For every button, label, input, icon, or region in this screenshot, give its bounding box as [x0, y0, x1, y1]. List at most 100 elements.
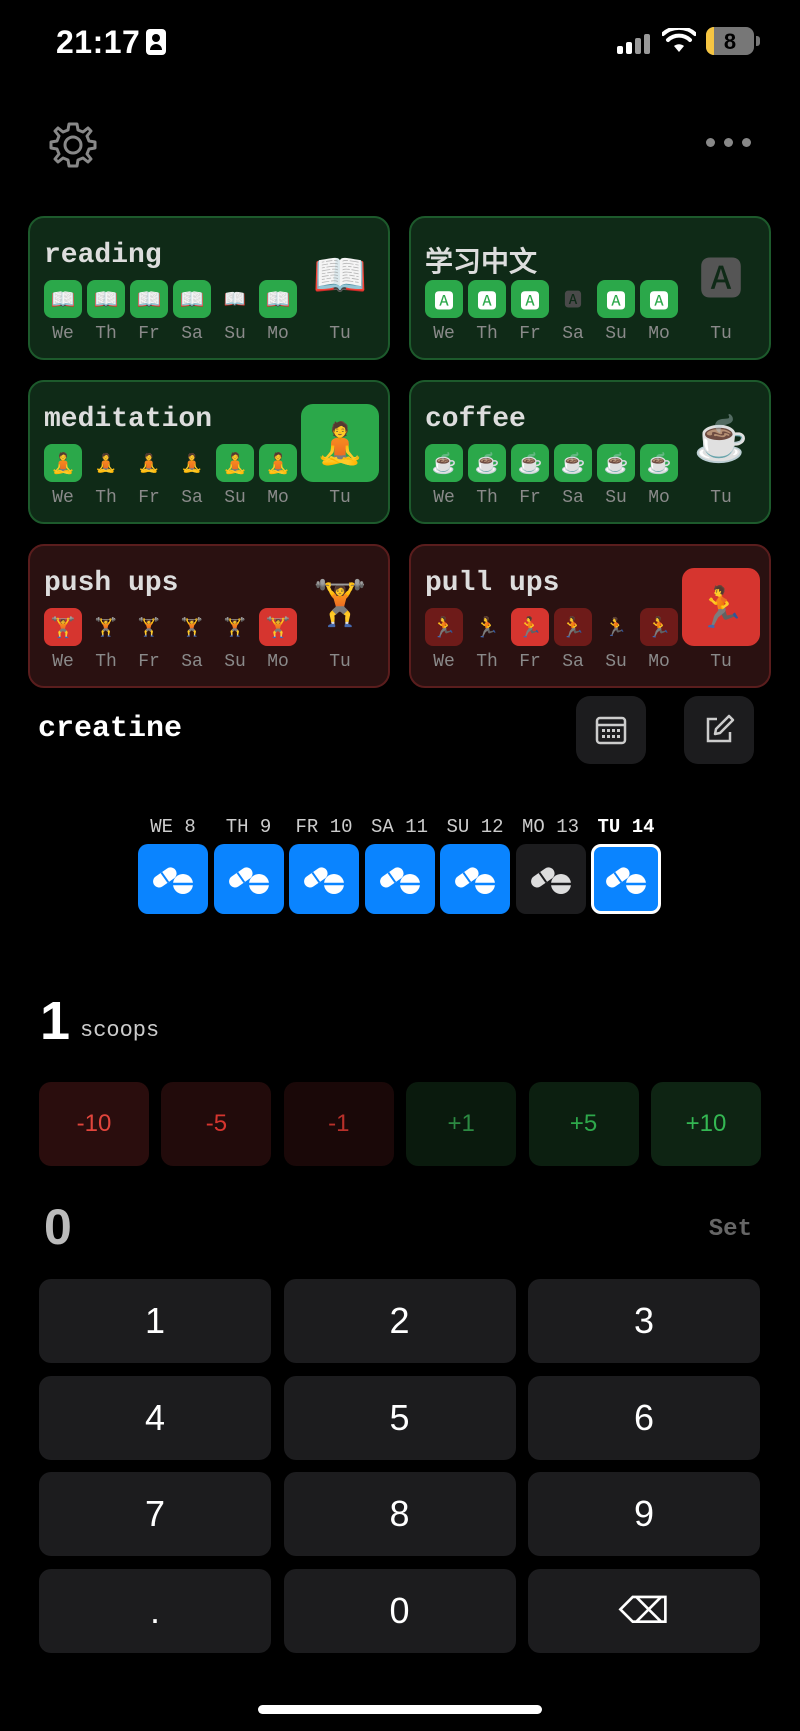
- habit-day-icon[interactable]: 🏋: [44, 608, 82, 646]
- settings-gear-icon[interactable]: [48, 120, 98, 170]
- increment-button[interactable]: +5: [528, 1082, 639, 1166]
- habit-day-icon[interactable]: 🏃: [554, 608, 592, 646]
- habit-day-icon[interactable]: ☕: [554, 444, 592, 482]
- increment-button[interactable]: -1: [283, 1082, 394, 1166]
- keypad-key[interactable]: 3: [528, 1279, 760, 1363]
- keypad-key[interactable]: 2: [283, 1279, 516, 1363]
- habit-day-icon[interactable]: 📖: [259, 280, 297, 318]
- habit-day-icon[interactable]: 🅰: [554, 280, 592, 318]
- increment-button[interactable]: +1: [406, 1082, 517, 1166]
- habit-day-icon[interactable]: 🧘: [216, 444, 254, 482]
- habit-today-label: Tu: [329, 652, 351, 672]
- habit-today-toggle[interactable]: 🧘: [301, 404, 379, 482]
- week-day-toggle[interactable]: [440, 844, 510, 914]
- habit-day-label: Fr: [519, 488, 541, 508]
- week-day-toggle[interactable]: [213, 844, 284, 914]
- habit-day-icon[interactable]: 📖: [87, 280, 125, 318]
- habit-card[interactable]: coffee ☕ ☕ ☕ ☕ ☕ ☕ We Th Fr Sa Su Mo Tu ☕: [409, 380, 771, 524]
- habit-day-icon[interactable]: 🅰: [597, 280, 635, 318]
- week-day-toggle[interactable]: [138, 844, 208, 914]
- habit-day-label: Mo: [648, 324, 670, 344]
- edit-button[interactable]: [684, 696, 754, 764]
- habit-card[interactable]: 学习中文 🅰 🅰 🅰 🅰 🅰 🅰 We Th Fr Sa Su Mo Tu 🅰: [409, 216, 771, 360]
- habit-day-icon[interactable]: 🅰: [425, 280, 463, 318]
- pill-icon: [228, 867, 269, 894]
- keypad-key[interactable]: 4: [39, 1375, 271, 1460]
- keypad-key[interactable]: 0: [283, 1568, 516, 1653]
- week-day-toggle[interactable]: [515, 844, 586, 914]
- habit-day-icon[interactable]: 🏋: [216, 608, 254, 646]
- keypad-key[interactable]: 6: [528, 1375, 760, 1460]
- habit-day-icon[interactable]: 📖: [44, 280, 82, 318]
- habit-day-icon[interactable]: 🏃: [511, 608, 549, 646]
- backspace-key[interactable]: ⌫: [528, 1568, 760, 1653]
- habit-day-icon[interactable]: 🏃: [640, 608, 678, 646]
- week-day-toggle[interactable]: [591, 844, 661, 914]
- keypad-key[interactable]: 7: [39, 1472, 271, 1556]
- habit-day-label: Su: [224, 488, 246, 508]
- habit-today-label: Tu: [710, 324, 732, 344]
- habit-day-icon[interactable]: ☕: [597, 444, 635, 482]
- habit-day-label: Mo: [267, 652, 289, 672]
- habit-day-label: Sa: [181, 324, 203, 344]
- habit-day-icon[interactable]: 🅰: [511, 280, 549, 318]
- habit-day-icon[interactable]: 🏋: [87, 608, 125, 646]
- keypad-key[interactable]: 9: [528, 1472, 760, 1556]
- habit-day-icon[interactable]: 🏃: [597, 608, 635, 646]
- habit-today-toggle[interactable]: 🏋: [301, 564, 379, 642]
- week-day-label: FR 10: [295, 816, 353, 838]
- increment-button[interactable]: -5: [161, 1082, 272, 1166]
- habit-card[interactable]: reading 📖 📖 📖 📖 📖 📖 We Th Fr Sa Su Mo Tu 📖: [28, 216, 390, 360]
- keypad-key[interactable]: 1: [39, 1279, 271, 1363]
- set-button[interactable]: Set: [709, 1216, 752, 1243]
- habit-day-label: We: [52, 652, 74, 672]
- edit-pencil-icon: [706, 714, 735, 743]
- increment-button[interactable]: -10: [39, 1082, 149, 1166]
- habit-day-icon[interactable]: 🅰: [640, 280, 678, 318]
- habit-card[interactable]: meditation 🧘 🧘 🧘 🧘 🧘 🧘 We Th Fr Sa Su Mo Tu 🧘: [28, 380, 390, 524]
- contact-badge-icon: [146, 29, 167, 55]
- habit-day-icon[interactable]: 📖: [173, 280, 211, 318]
- habit-day-icon[interactable]: 📖: [130, 280, 168, 318]
- habit-day-icon[interactable]: 🏋: [259, 608, 297, 646]
- habit-card[interactable]: push ups 🏋 🏋 🏋 🏋 🏋 🏋 We Th Fr Sa Su Mo Tu 🏋: [28, 544, 390, 688]
- habit-day-icon[interactable]: 🧘: [173, 444, 211, 482]
- habit-title: pull ups: [425, 568, 560, 599]
- pill-icon: [379, 867, 420, 894]
- habit-day-icon[interactable]: ☕: [640, 444, 678, 482]
- week-day-label: SU 12: [446, 816, 504, 838]
- habit-day-icon[interactable]: 🏋: [130, 608, 168, 646]
- habit-day-icon[interactable]: ☕: [468, 444, 506, 482]
- habit-day-label: We: [52, 324, 74, 344]
- habit-day-label: Sa: [562, 324, 584, 344]
- habit-day-icon[interactable]: 🧘: [130, 444, 168, 482]
- habit-day-icon[interactable]: 🏃: [425, 608, 463, 646]
- more-options-icon[interactable]: [706, 136, 752, 148]
- home-indicator[interactable]: [258, 1705, 542, 1714]
- habit-day-label: Fr: [138, 652, 160, 672]
- week-day-toggle[interactable]: [364, 844, 435, 914]
- habit-card[interactable]: pull ups 🏃 🏃 🏃 🏃 🏃 🏃 We Th Fr Sa Su Mo Tu 🏃: [409, 544, 771, 688]
- habit-day-icon[interactable]: 🅰: [468, 280, 506, 318]
- habit-day-icon[interactable]: 🧘: [259, 444, 297, 482]
- habit-day-icon[interactable]: ☕: [425, 444, 463, 482]
- habit-day-icon[interactable]: 📖: [216, 280, 254, 318]
- habit-day-icon[interactable]: 🏋: [173, 608, 211, 646]
- habit-today-toggle[interactable]: 🏃: [682, 568, 760, 646]
- habit-today-toggle[interactable]: 📖: [301, 236, 379, 314]
- habit-day-icon[interactable]: 🧘: [44, 444, 82, 482]
- keypad-key[interactable]: 8: [283, 1472, 516, 1556]
- habit-today-label: Tu: [710, 488, 732, 508]
- habit-day-icon[interactable]: 🏃: [468, 608, 506, 646]
- week-day-toggle[interactable]: [289, 844, 359, 914]
- calendar-button[interactable]: [576, 696, 646, 764]
- keypad-key[interactable]: 5: [283, 1375, 516, 1460]
- habit-day-icon[interactable]: ☕: [511, 444, 549, 482]
- habit-title: 学习中文: [425, 249, 538, 280]
- keypad-key[interactable]: .: [39, 1568, 271, 1653]
- increment-button[interactable]: +10: [651, 1082, 761, 1166]
- habit-day-label: Th: [476, 324, 498, 344]
- habit-day-icon[interactable]: 🧘: [87, 444, 125, 482]
- habit-today-toggle[interactable]: 🅰: [682, 236, 760, 314]
- habit-today-toggle[interactable]: ☕: [682, 400, 760, 478]
